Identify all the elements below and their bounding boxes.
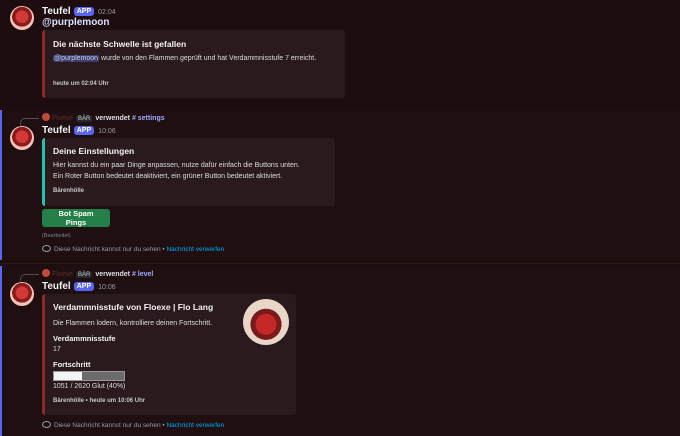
reply-tag: BÄR: [76, 116, 93, 122]
timestamp: 10:06: [98, 128, 116, 135]
username[interactable]: Teufel: [42, 6, 71, 17]
embed-footer: heute um 02:04 Uhr: [53, 81, 109, 87]
embed-title: Verdammnisstufe von Floexe | Flo Lang: [53, 302, 214, 312]
timestamp: 02:04: [98, 9, 116, 16]
reply-avatar: [42, 113, 50, 121]
divider: [0, 263, 680, 264]
dismiss-link[interactable]: Nachricht verwerfen: [166, 422, 224, 429]
username[interactable]: Teufel: [42, 281, 71, 292]
message-3: Floexe BÄR verwendet # level Teufel APP 10:0…: [0, 266, 680, 436]
embed-mention[interactable]: @purplemoon: [53, 55, 100, 62]
progress-text: 1051 / 2620 Glut (40%): [53, 383, 126, 390]
message-1: Teufel APP 02:04 @purplemoon Die nächste S…: [0, 0, 680, 104]
embed-footer: Bärenhölle: [53, 188, 85, 194]
embed-text: wurde von den Flammen geprüft und hat Ve…: [99, 55, 317, 62]
embed-card: Deine Einstellungen Hier kannst du ein p…: [42, 138, 335, 206]
timestamp: 10:06: [98, 284, 116, 291]
reply-tag: BÄR: [76, 272, 93, 278]
reply-username[interactable]: Floexe: [52, 115, 73, 122]
bot-spam-pings-button[interactable]: Bot Spam Pings: [42, 209, 110, 227]
ephemeral-notice: Diese Nachricht kannst nur du sehen • Na…: [42, 421, 224, 429]
message-header: Teufel APP 10:06: [42, 125, 116, 136]
ephemeral-notice: Diese Nachricht kannst nur du sehen • Na…: [42, 245, 224, 253]
embed-card: Verdammnisstufe von Floexe | Flo Lang Di…: [42, 294, 296, 415]
username[interactable]: Teufel: [42, 125, 71, 136]
field-name-progress: Fortschritt: [53, 360, 91, 369]
reply-verb: verwendet: [95, 115, 130, 122]
eye-icon: [42, 421, 51, 428]
field-name-level: Verdammnisstufe: [53, 334, 116, 343]
embed-description: @purplemoon wurde von den Flammen geprüf…: [53, 54, 333, 64]
ephemeral-text: Diese Nachricht kannst nur du sehen: [54, 246, 161, 253]
reply-command[interactable]: # settings: [132, 115, 165, 122]
bot-avatar[interactable]: [10, 282, 34, 306]
progress-fill: [54, 372, 82, 380]
reply-avatar: [42, 269, 50, 277]
bot-avatar[interactable]: [10, 6, 34, 30]
field-value-level: 17: [53, 346, 61, 353]
embed-description: Die Flammen lodern, kontrolliere deinen …: [53, 320, 213, 327]
embed-thumbnail: [243, 299, 289, 345]
embed-line-1: Hier kannst du ein paar Dinge anpassen, …: [53, 162, 300, 169]
embed-footer: Bärenhölle • heute um 10:06 Uhr: [53, 398, 146, 404]
progress-bar: [53, 371, 125, 381]
reply-connector: [20, 118, 39, 125]
embed-card: Die nächste Schwelle ist gefallen @purpl…: [42, 30, 345, 98]
reply-connector: [20, 274, 39, 281]
reply-verb: verwendet: [95, 271, 130, 278]
embed-title: Die nächste Schwelle ist gefallen: [53, 39, 187, 49]
embed-title: Deine Einstellungen: [53, 146, 135, 156]
dismiss-link[interactable]: Nachricht verwerfen: [166, 246, 224, 253]
command-reference[interactable]: Floexe BÄR verwendet # level: [42, 269, 153, 278]
app-badge: APP: [73, 7, 95, 16]
reply-command[interactable]: # level: [132, 271, 153, 278]
reply-username[interactable]: Floexe: [52, 271, 73, 278]
ephemeral-text: Diese Nachricht kannst nur du sehen: [54, 422, 161, 429]
app-badge: APP: [73, 126, 95, 135]
app-badge: APP: [73, 282, 95, 291]
message-2: Floexe BÄR verwendet # settings Teufel APP 1…: [0, 110, 680, 260]
embed-line-2: Ein Roter Button bedeutet deaktiviert, e…: [53, 173, 283, 180]
edited-label: (Bearbeitet): [42, 233, 71, 239]
mention[interactable]: @purplemoon: [42, 17, 110, 28]
command-reference[interactable]: Floexe BÄR verwendet # settings: [42, 113, 165, 122]
eye-icon: [42, 245, 51, 252]
message-header: Teufel APP 10:06: [42, 281, 116, 292]
message-header: Teufel APP 02:04: [42, 6, 116, 17]
bot-avatar[interactable]: [10, 126, 34, 150]
